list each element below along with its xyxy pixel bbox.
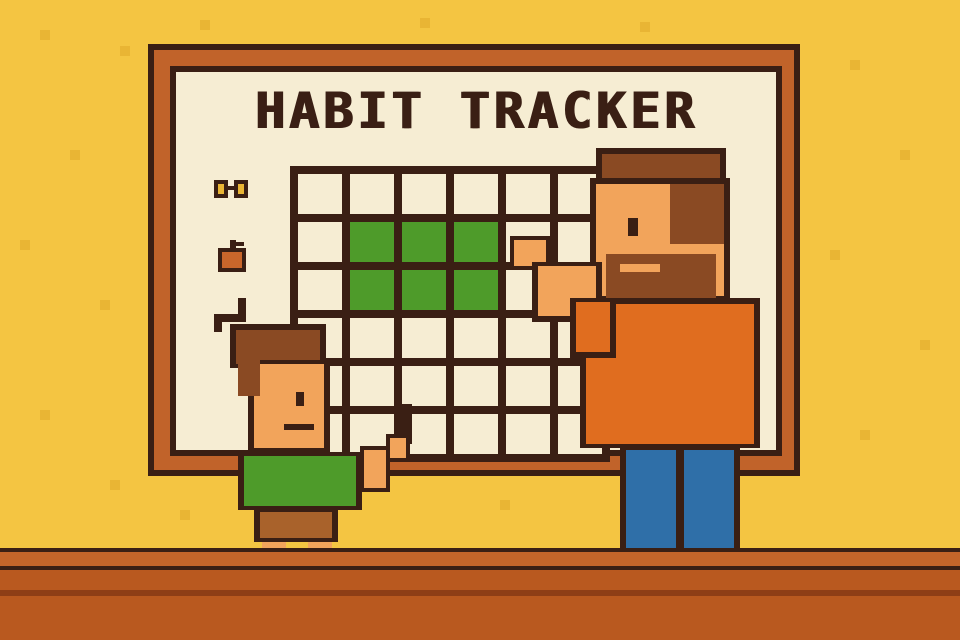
wall-speck	[850, 60, 860, 70]
grid-cell[interactable]	[350, 174, 394, 214]
board-title: HABIT TRACKER	[254, 82, 698, 140]
wall-speck	[70, 150, 80, 160]
grid-cell-completed[interactable]	[402, 270, 446, 310]
wall-speck	[200, 20, 210, 30]
floor	[0, 570, 960, 640]
wall-speck	[640, 22, 650, 32]
wall-speck	[40, 410, 50, 420]
wall-speck	[20, 240, 30, 250]
wall-speck	[830, 250, 840, 260]
floor-line	[0, 590, 960, 596]
grid-cell[interactable]	[298, 270, 342, 310]
wall-speck	[180, 510, 190, 520]
child-character	[230, 324, 412, 566]
wall-speck	[100, 300, 110, 310]
wall-speck	[420, 18, 430, 28]
wall-speck	[110, 480, 120, 490]
grid-cell[interactable]	[298, 174, 342, 214]
wall-speck	[920, 340, 930, 350]
grid-cell-completed[interactable]	[402, 222, 446, 262]
adult-character	[510, 148, 760, 574]
grid-cell-completed[interactable]	[350, 270, 394, 310]
wall-speck	[40, 30, 50, 40]
grid-cell[interactable]	[298, 222, 342, 262]
apple-icon	[210, 238, 254, 274]
grid-cell[interactable]	[402, 174, 446, 214]
wall-speck	[900, 150, 910, 160]
wall-speck	[120, 46, 130, 56]
grid-cell-completed[interactable]	[350, 222, 394, 262]
wall-speck	[860, 430, 870, 440]
baseboard	[0, 548, 960, 570]
glasses-icon	[210, 172, 254, 208]
